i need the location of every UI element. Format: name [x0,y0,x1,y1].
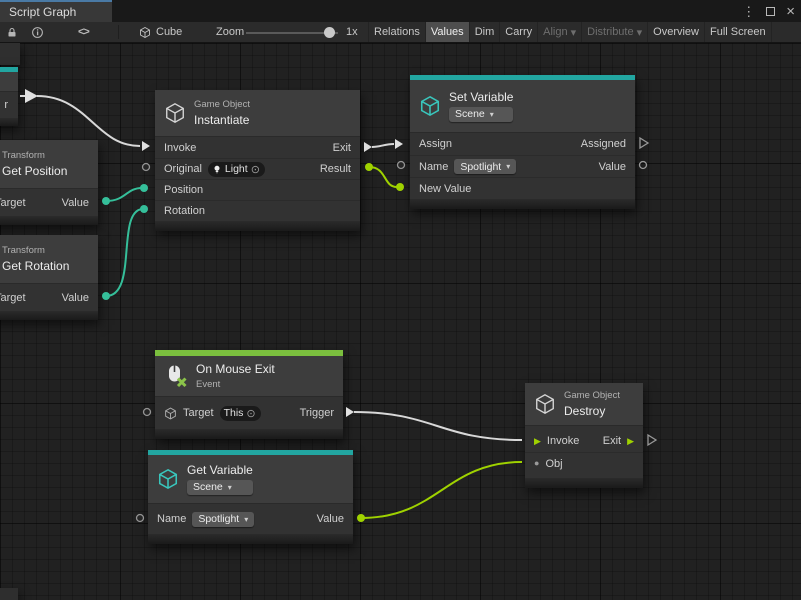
object-field-value: Light [225,163,248,175]
object-field-value: This [224,407,244,419]
node-get-variable[interactable]: Get Variable Scene▾ Name Spotlight▾ Valu… [148,450,353,544]
port-invoke: Invoke [164,142,196,154]
relations-button[interactable]: Relations [368,22,425,42]
node-get-position[interactable]: Transform Get Position Target Value [0,140,98,225]
fragment-port-label: r [4,99,8,111]
overview-button[interactable]: Overview [647,22,704,42]
get-variable-icon [157,468,179,490]
port-name: Name [419,161,448,173]
node-category: Game Object [564,390,620,401]
node-title: Destroy [564,404,620,418]
tab-title: Script Graph [9,5,76,19]
node-category: Transform [2,150,67,161]
tab-bar: Script Graph ⋮ × [0,0,801,22]
graph-canvas[interactable] [0,43,801,600]
info-icon[interactable] [31,22,44,42]
code-view-icon[interactable]: <> [78,22,89,42]
port-value: Value [317,513,344,525]
game-object-icon [534,393,556,415]
node-category: Transform [2,245,69,256]
port-result: Result [320,163,351,175]
variable-name-dropdown[interactable]: Spotlight▾ [192,512,254,527]
port-value: Value [599,161,626,173]
target-object-field[interactable]: This ⊙ [220,406,261,421]
distribute-button[interactable]: Distribute▾ [581,22,647,42]
game-object-icon [164,102,186,124]
align-button[interactable]: Align▾ [537,22,581,42]
port-original: Original [164,163,202,175]
port-assign: Assign [419,138,452,150]
variable-name-dropdown[interactable]: Spotlight▾ [454,159,516,174]
toolbar-separator [118,25,119,39]
node-fragment-top[interactable] [0,43,20,65]
port-new-value: New Value [419,183,471,195]
port-obj: Obj [545,458,562,470]
port-exit: Exit [603,435,621,447]
port-rotation: Rotation [164,205,205,217]
port-assigned: Assigned [581,138,626,150]
node-category: Game Object [194,99,250,110]
chevron-down-icon: ▾ [228,483,232,492]
values-button[interactable]: Values [425,22,469,42]
node-title: Instantiate [194,113,250,127]
invoke-port-icon: ▶ [534,437,541,446]
tab-script-graph[interactable]: Script Graph [0,0,112,22]
window-controls: ⋮ × [742,0,795,22]
port-trigger: Trigger [300,407,334,419]
zoom-value: 1x [346,22,358,42]
original-object-field[interactable]: Light ⊙ [208,162,265,177]
port-name: Name [157,513,186,525]
cube-object-icon [139,22,151,42]
node-fragment-event[interactable]: r [0,67,18,126]
chevron-down-icon: ▾ [244,515,248,524]
node-instantiate[interactable]: Game Object Instantiate Invoke Exit Orig… [155,90,360,231]
exit-port-icon: ▶ [627,437,634,446]
port-target: Target [0,292,26,304]
carry-button[interactable]: Carry [499,22,537,42]
maximize-icon[interactable] [766,7,775,16]
variable-scope-dropdown[interactable]: Scene▾ [187,480,253,495]
port-target: Target [0,197,26,209]
zoom-slider-handle[interactable] [324,27,335,38]
close-icon[interactable]: × [786,4,795,19]
graph-owner-name: Cube [156,22,182,42]
node-title: On Mouse Exit [196,362,275,376]
chevron-down-icon: ▾ [571,26,577,39]
node-title: Get Position [2,164,67,178]
node-title: Get Variable [187,463,253,477]
object-picker-icon[interactable]: ⊙ [246,407,255,420]
node-get-rotation[interactable]: Transform Get Rotation Target Value [0,235,98,320]
node-subtitle: Event [196,379,275,390]
node-title: Get Rotation [2,259,69,273]
node-title: Set Variable [449,90,513,104]
port-value: Value [62,197,89,209]
zoom-label: Zoom [216,22,244,42]
set-variable-icon [419,95,441,117]
toolbar-buttons: Relations Values Dim Carry Align▾ Distri… [368,22,772,42]
port-value: Value [62,292,89,304]
light-icon [212,164,222,175]
chevron-down-icon: ▾ [490,110,494,119]
node-fragment-bottom[interactable] [0,588,18,600]
obj-port-icon: ● [534,459,539,468]
port-invoke: Invoke [547,435,579,447]
target-cube-icon [164,407,177,420]
chevron-down-icon: ▾ [637,26,643,39]
fullscreen-button[interactable]: Full Screen [704,22,772,42]
port-target: Target [183,407,214,419]
unity-script-graph-window: Script Graph ⋮ × <> Cube Zoom 1x Relatio… [0,0,801,600]
node-set-variable[interactable]: Set Variable Scene▾ Assign Assigned Name… [410,75,635,209]
port-exit: Exit [333,142,351,154]
variable-scope-dropdown[interactable]: Scene▾ [449,107,513,122]
dim-button[interactable]: Dim [469,22,500,42]
node-on-mouse-exit[interactable]: On Mouse Exit Event Target This ⊙ Trigge… [155,350,343,439]
mouse-exit-icon [164,364,188,388]
port-position: Position [164,184,203,196]
chevron-down-icon: ▾ [506,162,510,171]
node-destroy[interactable]: Game Object Destroy ▶ Invoke Exit ▶ ● Ob… [525,383,643,488]
window-menu-icon[interactable]: ⋮ [742,5,755,18]
lock-icon[interactable] [6,22,18,42]
graph-toolbar: <> Cube Zoom 1x Relations Values Dim Car… [0,22,801,43]
object-picker-icon[interactable]: ⊙ [251,163,260,176]
